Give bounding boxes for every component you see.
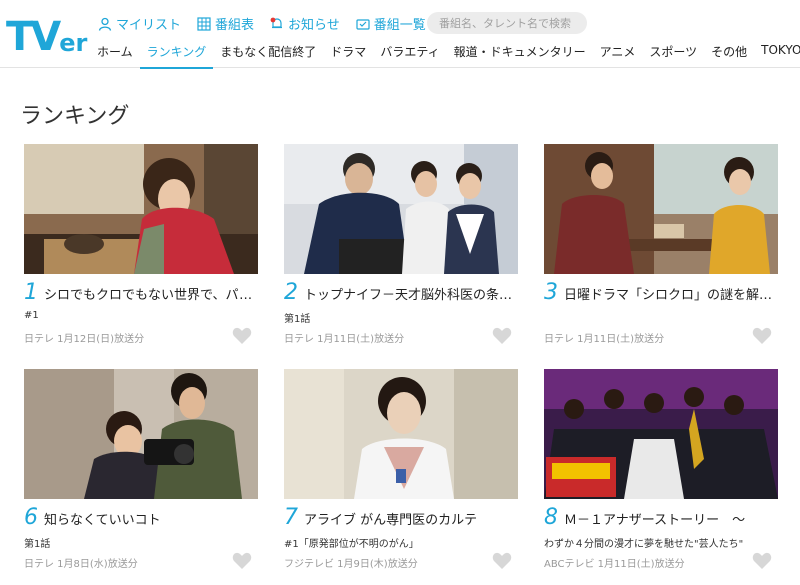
bell-icon <box>270 17 283 28</box>
rank-number: 6 <box>24 505 38 530</box>
ranking-card-1[interactable]: 1 シロでもクロでもない世界で、パンダは笑う。 #1 日テレ 1月12日(日)放… <box>24 144 258 345</box>
cat-drama[interactable]: ドラマ <box>323 40 373 69</box>
page-title: ランキング <box>20 104 130 129</box>
program-title[interactable]: シロでもクロでもない世界で、パンダは笑う。 <box>44 284 258 303</box>
favorite-heart-icon[interactable] <box>492 327 512 345</box>
cat-home[interactable]: ホーム <box>90 40 140 69</box>
favorite-heart-icon[interactable] <box>232 327 252 345</box>
broadcast-info: 日テレ 1月12日(日)放送分 <box>24 334 145 345</box>
broadcast-info: 日テレ 1月11日(土)放送分 <box>544 334 665 345</box>
thumbnail-image <box>24 369 258 499</box>
grid-icon <box>197 16 211 31</box>
rank-number: 2 <box>284 280 298 305</box>
programs-link[interactable]: 番組一覧 <box>356 14 426 33</box>
program-title[interactable]: トップナイフ－天才脳外科医の条件－ <box>304 284 518 303</box>
cat-tokyo2020[interactable]: TOKYO 2020 <box>754 40 800 69</box>
favorite-heart-icon[interactable] <box>232 552 252 570</box>
schedule-link[interactable]: 番組表 <box>197 14 254 33</box>
broadcast-info: 日テレ 1月8日(水)放送分 <box>24 559 138 570</box>
top-nav: マイリスト 番組表 お知らせ 番組一覧 <box>98 14 442 33</box>
program-title[interactable]: 日曜ドラマ「シロクロ」の謎を解き明かす <box>564 284 778 303</box>
episode-label: 第1話 <box>284 314 311 324</box>
ranking-card-6[interactable]: 6 知らなくていいコト 第1話 日テレ 1月8日(水)放送分 <box>24 369 258 570</box>
thumbnail-image <box>284 144 518 274</box>
rank-number: 3 <box>544 280 558 305</box>
rank-number: 8 <box>544 505 558 530</box>
ranking-card-7[interactable]: 7 アライブ がん専門医のカルテ #1「原発部位が不明のがん」 フジテレビ 1月… <box>284 369 518 570</box>
thumbnail-image <box>544 144 778 274</box>
broadcast-info: ABCテレビ 1月11日(土)放送分 <box>544 559 685 570</box>
cat-news-documentary[interactable]: 報道・ドキュメンタリー <box>447 40 593 69</box>
broadcast-info: フジテレビ 1月9日(木)放送分 <box>284 559 418 570</box>
tver-logo[interactable]: TV er <box>6 15 87 57</box>
mylist-link[interactable]: マイリスト <box>98 14 181 33</box>
programs-label: 番組一覧 <box>373 18 426 33</box>
search-input[interactable] <box>427 12 587 34</box>
program-title[interactable]: アライブ がん専門医のカルテ <box>304 509 518 528</box>
cat-ending-soon[interactable]: まもなく配信終了 <box>213 40 323 69</box>
broadcast-info: 日テレ 1月11日(土)放送分 <box>284 334 405 345</box>
program-title[interactable]: Ｍ－１アナザーストーリー ～ <box>564 509 778 528</box>
cat-ranking[interactable]: ランキング <box>139 40 214 69</box>
episode-label: わずか４分間の漫才に夢を馳せた"芸人たち" <box>544 539 744 549</box>
person-icon <box>98 17 112 31</box>
logo-tv-text: TV <box>6 14 61 60</box>
episode-label: #1 <box>24 310 39 321</box>
cat-other[interactable]: その他 <box>704 40 754 69</box>
mylist-label: マイリスト <box>116 18 182 33</box>
thumbnail-image <box>544 369 778 499</box>
episode-label <box>544 310 774 324</box>
thumbnail-image <box>284 369 518 499</box>
site-header: TVer マイリスト 番組表 お知らせ 番組一覧 ホーム ランキング まもなく配… <box>0 0 800 69</box>
ranking-card-2[interactable]: 2 トップナイフ－天才脳外科医の条件－ 第1話 日テレ 1月11日(土)放送分 <box>284 144 518 345</box>
thumbnail-image <box>24 144 258 274</box>
notice-label: お知らせ <box>288 18 340 33</box>
cat-variety[interactable]: バラエティ <box>373 40 446 69</box>
cat-sports[interactable]: スポーツ <box>642 40 704 69</box>
ranking-card-8[interactable]: 8 Ｍ－１アナザーストーリー ～ わずか４分間の漫才に夢を馳せた"芸人たち" A… <box>544 369 778 570</box>
favorite-heart-icon[interactable] <box>492 552 512 570</box>
favorite-heart-icon[interactable] <box>752 552 772 570</box>
schedule-label: 番組表 <box>215 18 255 33</box>
ranking-card-3[interactable]: 3 日曜ドラマ「シロクロ」の謎を解き明かす 日テレ 1月11日(土)放送分 <box>544 144 778 345</box>
notice-link[interactable]: お知らせ <box>270 14 340 33</box>
rank-number: 7 <box>284 505 298 530</box>
program-title[interactable]: 知らなくていいコト <box>44 509 258 528</box>
tv-list-icon <box>356 18 370 30</box>
logo-er-text: er <box>59 29 88 57</box>
cat-anime[interactable]: アニメ <box>593 40 643 69</box>
episode-label: #1「原発部位が不明のがん」 <box>284 539 419 549</box>
episode-label: 第1話 <box>24 539 51 549</box>
favorite-heart-icon[interactable] <box>752 327 772 345</box>
rank-number: 1 <box>24 280 38 305</box>
category-nav: ホーム ランキング まもなく配信終了 ドラマ バラエティ 報道・ドキュメンタリー… <box>90 40 800 69</box>
